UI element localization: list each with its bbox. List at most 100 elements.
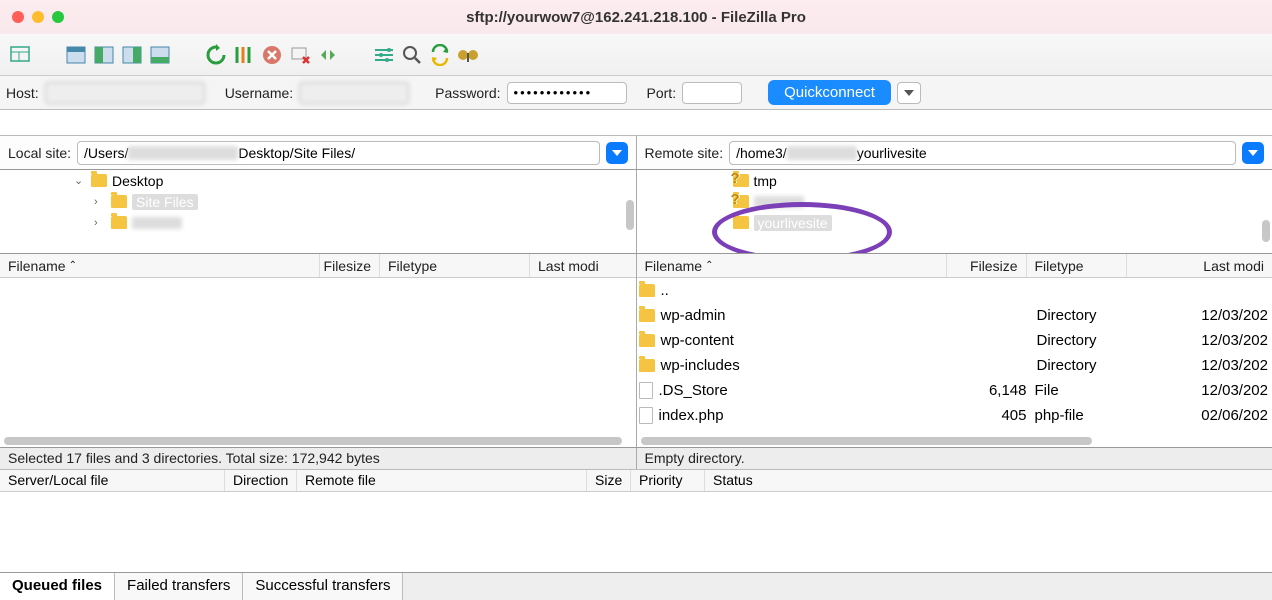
local-path-suffix: Desktop/Site Files/ — [238, 145, 355, 161]
col-status[interactable]: Status — [705, 470, 1272, 491]
cancel-icon[interactable] — [260, 43, 284, 67]
toggle-log-icon[interactable] — [64, 43, 88, 67]
file-name: wp-includes — [661, 357, 949, 374]
quickconnect-dropdown[interactable] — [897, 82, 921, 104]
local-path-prefix: /Users/ — [84, 145, 128, 161]
tab-queued-files[interactable]: Queued files — [0, 573, 115, 600]
username-label: Username: — [225, 85, 293, 101]
tree-item-tmp[interactable]: tmp — [754, 173, 777, 189]
remote-filelist-header: Filename ⌃ Filesize Filetype Last modi — [637, 254, 1272, 278]
quickconnect-button[interactable]: Quickconnect — [768, 80, 891, 105]
file-name: index.php — [659, 407, 947, 424]
file-row[interactable]: wp-adminDirectory12/03/202 — [637, 303, 1272, 328]
quickconnect-bar: Host: Username: Password: Port: Quickcon… — [0, 76, 1272, 110]
scrollbar-thumb[interactable] — [641, 437, 1093, 445]
col-modified[interactable]: Last modi — [530, 254, 636, 277]
file-modified: 12/03/202 — [1127, 382, 1272, 399]
sync-icon[interactable] — [428, 43, 452, 67]
col-direction[interactable]: Direction — [225, 470, 297, 491]
toggle-queue-icon[interactable] — [148, 43, 172, 67]
tab-successful-transfers[interactable]: Successful transfers — [243, 573, 403, 600]
scrollbar-thumb[interactable] — [1262, 220, 1270, 242]
col-filesize[interactable]: Filesize — [320, 254, 380, 277]
remote-path-prefix: /home3/ — [736, 145, 787, 161]
folder-icon — [733, 216, 749, 229]
sitemanager-icon[interactable] — [8, 43, 32, 67]
search-icon[interactable] — [400, 43, 424, 67]
username-input[interactable] — [299, 82, 409, 104]
col-filesize[interactable]: Filesize — [947, 254, 1027, 277]
col-remote[interactable]: Remote file — [297, 470, 587, 491]
folder-icon — [639, 284, 655, 297]
tree-item-sitefiles[interactable]: Site Files — [132, 194, 198, 210]
reconnect-icon[interactable] — [316, 43, 340, 67]
tree-item-redacted[interactable] — [132, 217, 182, 229]
local-status: Selected 17 files and 3 directories. Tot… — [0, 448, 637, 469]
file-type: Directory — [1029, 332, 1129, 349]
col-modified[interactable]: Last modi — [1127, 254, 1272, 277]
folder-unknown-icon — [733, 174, 749, 187]
tree-item-yourlivesite[interactable]: yourlivesite — [754, 215, 832, 231]
file-row[interactable]: .DS_Store6,148File12/03/202 — [637, 378, 1272, 403]
remote-site-label: Remote site: — [645, 145, 724, 161]
remote-site-path-input[interactable]: /home3/yourlivesite — [729, 141, 1236, 165]
host-input[interactable] — [45, 82, 205, 104]
file-row[interactable]: wp-includesDirectory12/03/202 — [637, 353, 1272, 378]
host-label: Host: — [6, 85, 39, 101]
folder-icon — [639, 334, 655, 347]
file-type: File — [1027, 382, 1127, 399]
port-label: Port: — [647, 85, 677, 101]
file-row[interactable]: .. — [637, 278, 1272, 303]
window-title: sftp://yourwow7@162.241.218.100 - FileZi… — [0, 9, 1272, 26]
tree-item-desktop[interactable]: Desktop — [112, 173, 163, 189]
scrollbar-thumb[interactable] — [626, 200, 634, 230]
file-row[interactable]: wp-content Directory12/03/202 — [637, 328, 1272, 353]
folder-icon — [111, 216, 127, 229]
file-row[interactable]: index.php405php-file02/06/202 — [637, 403, 1272, 428]
folder-icon — [91, 174, 107, 187]
titlebar: sftp://yourwow7@162.241.218.100 - FileZi… — [0, 0, 1272, 34]
folder-icon — [111, 195, 127, 208]
col-filename[interactable]: Filename ⌃ — [0, 254, 320, 277]
remote-path-suffix: yourlivesite — [857, 145, 927, 161]
col-server[interactable]: Server/Local file — [0, 470, 225, 491]
disconnect-icon[interactable] — [288, 43, 312, 67]
compare-icon[interactable] — [456, 43, 480, 67]
chevron-right-icon[interactable]: › — [94, 196, 106, 208]
local-path-redacted — [128, 146, 238, 160]
file-name: wp-content — [661, 332, 949, 349]
port-input[interactable] — [682, 82, 742, 104]
filter-icon[interactable] — [372, 43, 396, 67]
remote-filelist[interactable]: Filename ⌃ Filesize Filetype Last modi .… — [637, 254, 1272, 447]
remote-tree[interactable]: tmp yourlivesite — [637, 170, 1272, 253]
tab-failed-transfers[interactable]: Failed transfers — [115, 573, 243, 600]
local-site-dropdown[interactable] — [606, 142, 628, 164]
folder-icon — [639, 309, 655, 322]
toggle-remote-tree-icon[interactable] — [120, 43, 144, 67]
process-queue-icon[interactable] — [232, 43, 256, 67]
chevron-down-icon[interactable]: ⌄ — [74, 174, 86, 187]
chevron-right-icon[interactable]: › — [94, 217, 106, 229]
col-filetype[interactable]: Filetype — [1027, 254, 1127, 277]
col-size[interactable]: Size — [587, 470, 631, 491]
file-modified: 12/03/202 — [1129, 332, 1272, 349]
local-site-path-input[interactable]: /Users/Desktop/Site Files/ — [77, 141, 599, 165]
password-input[interactable] — [507, 82, 627, 104]
remote-site-dropdown[interactable] — [1242, 142, 1264, 164]
file-name: .. — [661, 282, 949, 299]
refresh-icon[interactable] — [204, 43, 228, 67]
message-log — [0, 110, 1272, 136]
folder-unknown-icon — [733, 195, 749, 208]
col-filetype[interactable]: Filetype — [380, 254, 530, 277]
col-priority[interactable]: Priority — [631, 470, 705, 491]
file-type: Directory — [1029, 357, 1129, 374]
col-filename[interactable]: Filename ⌃ — [637, 254, 947, 277]
local-tree[interactable]: ⌄ Desktop › Site Files › — [0, 170, 637, 253]
local-site-label: Local site: — [8, 145, 71, 161]
remote-path-redacted — [787, 146, 857, 160]
file-type: php-file — [1027, 407, 1127, 424]
scrollbar-thumb[interactable] — [4, 437, 622, 445]
toggle-local-tree-icon[interactable] — [92, 43, 116, 67]
tree-item-redacted[interactable] — [754, 196, 804, 208]
local-filelist[interactable]: Filename ⌃ Filesize Filetype Last modi — [0, 254, 637, 447]
